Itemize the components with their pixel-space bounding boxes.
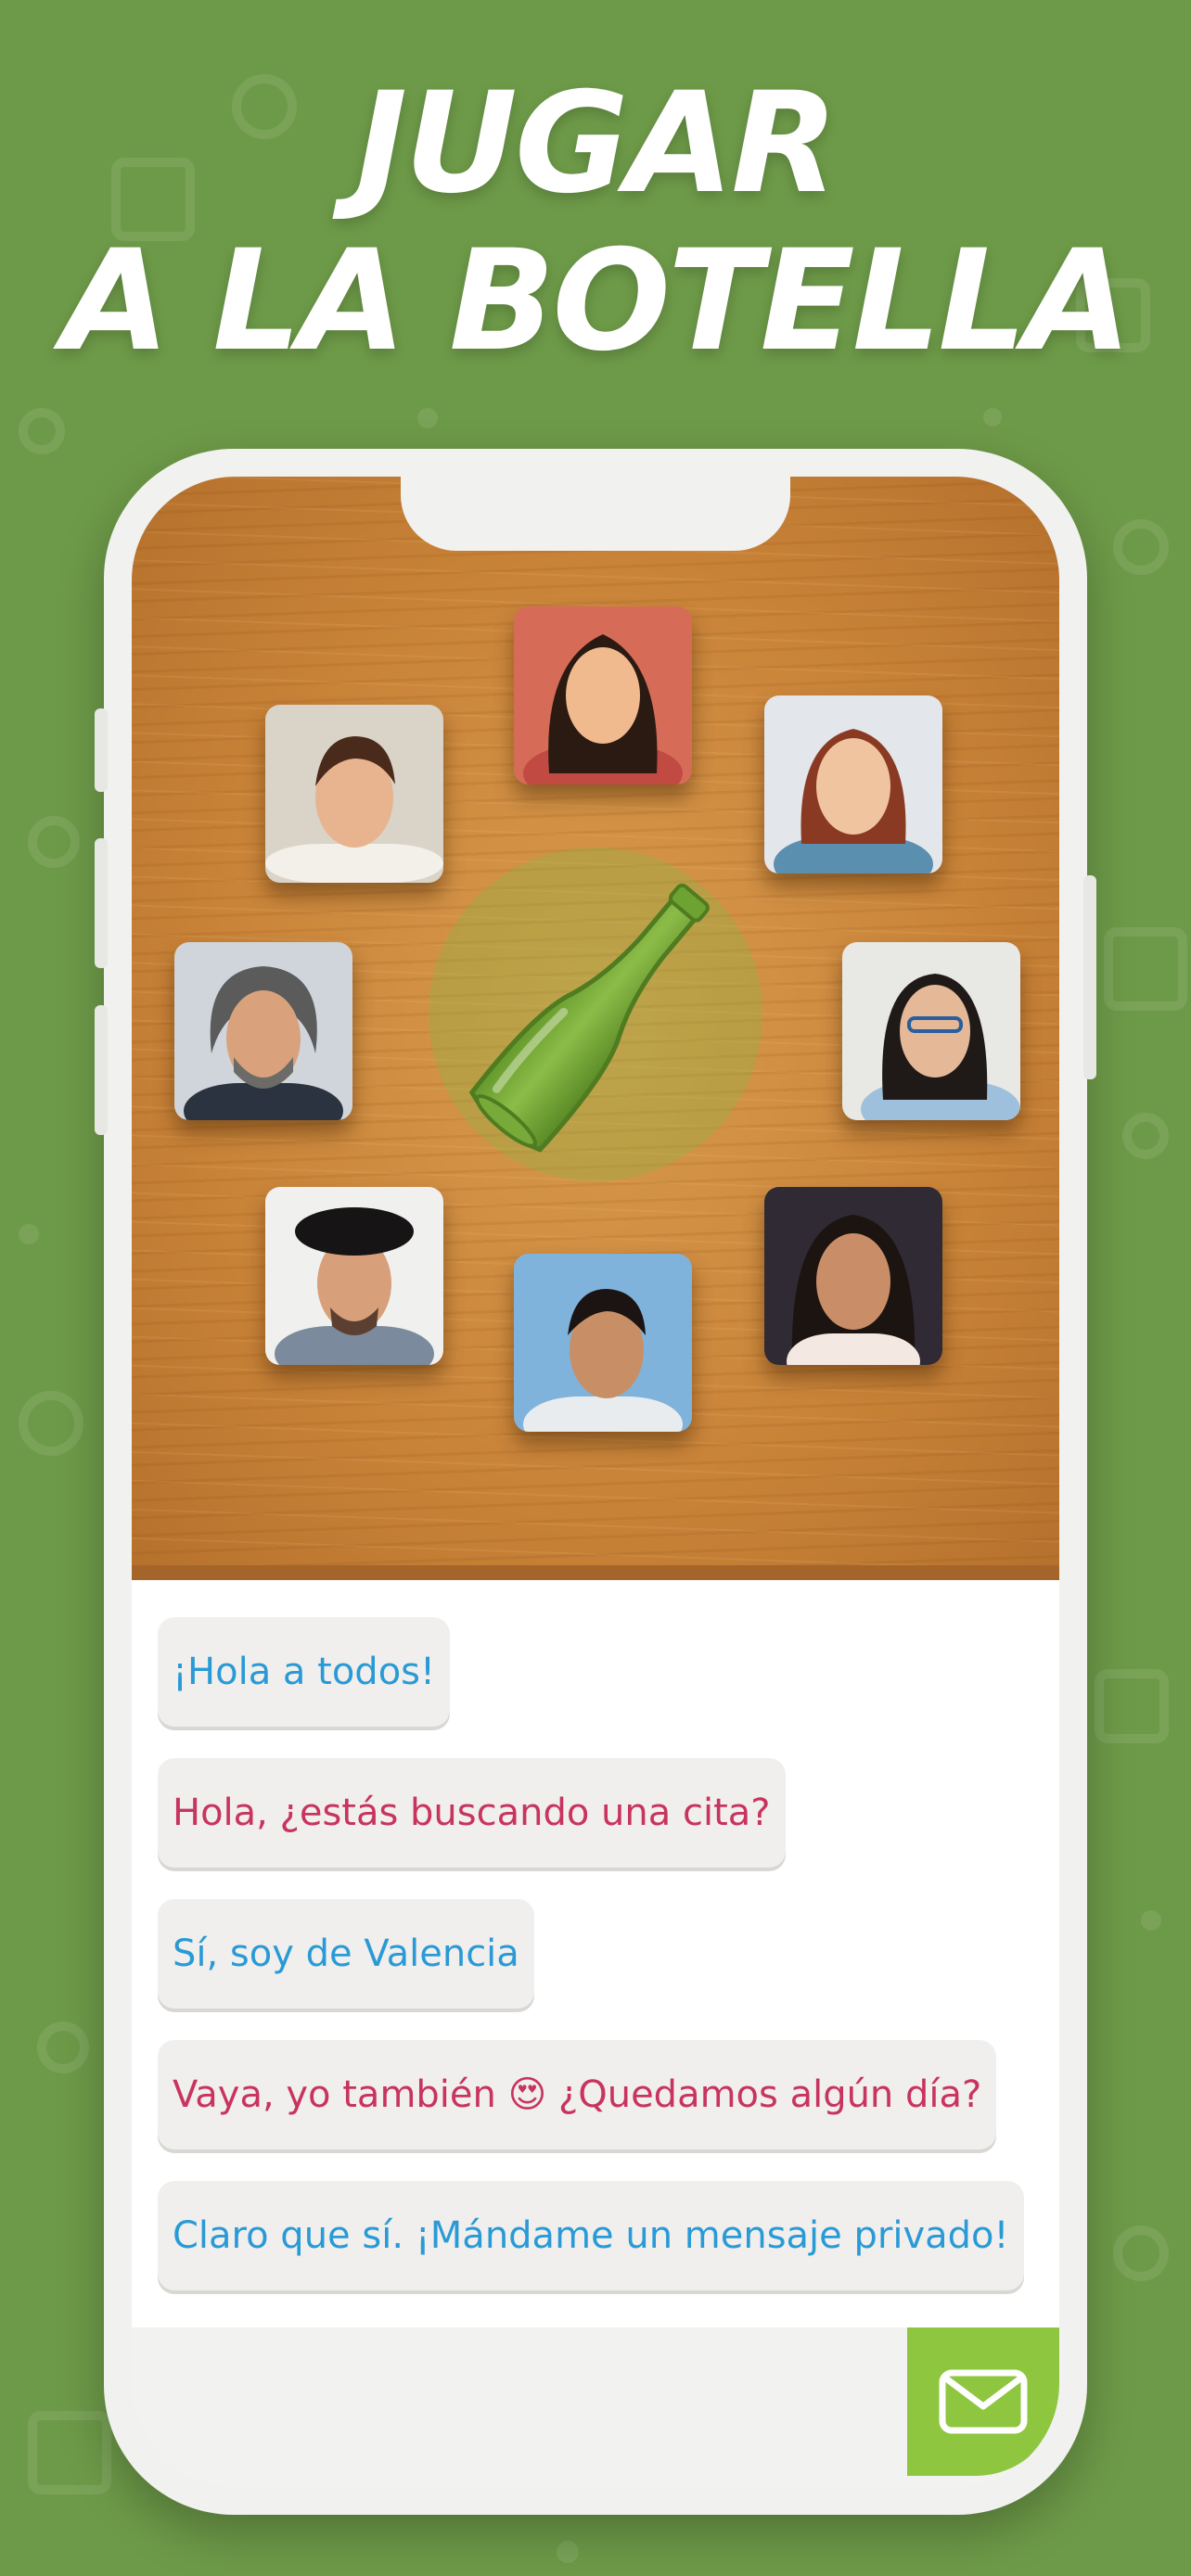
phone-power-button (1083, 875, 1096, 1079)
player-photo (764, 1187, 942, 1365)
chat-message: Hola, ¿estás buscando una cita? (158, 1758, 786, 1868)
player-avatar-1[interactable] (265, 705, 443, 883)
player-avatar-4[interactable] (174, 942, 352, 1120)
player-photo (764, 695, 942, 874)
player-photo (174, 942, 352, 1120)
headline: JUGAR A LA BOTELLA (0, 65, 1191, 380)
player-photo (514, 606, 692, 784)
chat-panel: ¡Hola a todos! Hola, ¿estás buscando una… (132, 1580, 1059, 2327)
spinning-bottle[interactable] (429, 848, 762, 1181)
player-avatar-3[interactable] (764, 695, 942, 874)
mail-icon (939, 2369, 1028, 2434)
player-avatar-7[interactable] (514, 1254, 692, 1432)
player-photo (265, 705, 443, 883)
phone-volume-up (95, 838, 108, 968)
player-photo (514, 1254, 692, 1432)
player-photo (265, 1187, 443, 1365)
chat-message: Sí, soy de Valencia (158, 1899, 534, 2009)
phone-side-button (95, 708, 108, 792)
player-photo (842, 942, 1020, 1120)
phone-notch (401, 477, 790, 551)
phone-volume-down (95, 1005, 108, 1135)
player-avatar-2[interactable] (514, 606, 692, 784)
chat-message: Claro que sí. ¡Mándame un mensaje privad… (158, 2181, 1024, 2290)
chat-message: Vaya, yo también 😍 ¿Quedamos algún día? (158, 2040, 997, 2149)
game-table (132, 477, 1059, 1580)
player-avatar-5[interactable] (842, 942, 1020, 1120)
player-avatar-8[interactable] (764, 1187, 942, 1365)
phone-mockup: ¡Hola a todos! Hola, ¿estás buscando una… (95, 449, 1096, 2515)
headline-line-1: JUGAR (355, 63, 838, 224)
chat-message: ¡Hola a todos! (158, 1617, 451, 1727)
player-avatar-6[interactable] (265, 1187, 443, 1365)
app-screen: ¡Hola a todos! Hola, ¿estás buscando una… (132, 477, 1059, 2487)
headline-line-2: A LA BOTELLA (61, 221, 1132, 382)
